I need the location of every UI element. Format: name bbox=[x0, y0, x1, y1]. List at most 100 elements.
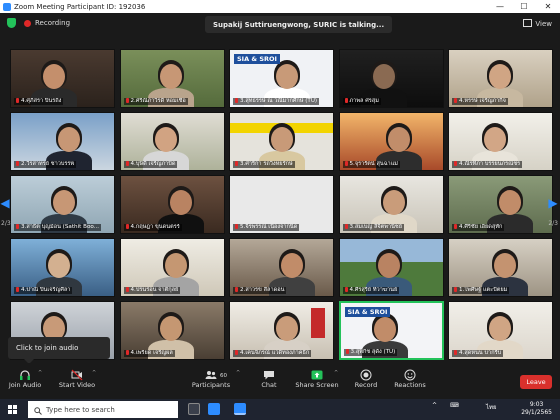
participant-tile[interactable]: 5.จิรพรรณ์ เนื่องจากนิด bbox=[229, 175, 334, 234]
participant-tile[interactable]: 4.เคนจิภรณ์ แวดิทองภาคธิก bbox=[229, 301, 334, 360]
task-view-icon[interactable] bbox=[188, 403, 200, 415]
participant-tile[interactable]: SIA & SROI 3.สุพิกิช สุดัง (TU) bbox=[338, 301, 444, 360]
zoom-taskbar-icon[interactable] bbox=[208, 403, 220, 415]
page-indicator-left: 2/3 bbox=[1, 220, 11, 227]
start-video-label: Start Video bbox=[58, 381, 96, 389]
participant-name: 4.ปาณิ ปิ่นเจริญศิลา bbox=[14, 287, 73, 294]
participant-name: 4.สุดหนน บากรีบ bbox=[452, 350, 504, 357]
participant-tile[interactable]: 4.ปรนร่อน จาตีกุลย์ bbox=[119, 238, 225, 297]
muted-mic-icon bbox=[344, 161, 348, 166]
participant-tile[interactable]: SIA & SROI 3.สุทธรรษ์ ณ วณีมากศึกษ์ (TU) bbox=[229, 49, 334, 108]
participant-name: 3.สมเบญ ลีจิตพานิชย์ bbox=[342, 224, 405, 231]
participant-name: 5.จิรพรรณ์ เนื่องจากนิด bbox=[233, 224, 300, 231]
join-audio-tooltip: Click to join audio bbox=[8, 337, 110, 364]
muted-mic-icon bbox=[344, 224, 348, 229]
participant-tile[interactable]: 4.กฤษฎา ขุนดนตรร์ bbox=[119, 175, 225, 234]
leave-button[interactable]: Leave bbox=[520, 375, 552, 389]
participant-tile[interactable]: 2.สาวรข สีลาดอน bbox=[229, 238, 334, 297]
participant-tile[interactable]: 3.สาธิต บุญม้อน (Sathit Boo... bbox=[10, 175, 115, 234]
participant-tile[interactable]: 3.ศาริกา รถวิงหยรักษ์ bbox=[229, 112, 334, 171]
participant-tile[interactable]: 4.เพรียด เจริญผล bbox=[119, 301, 225, 360]
muted-mic-icon bbox=[235, 350, 238, 355]
muted-mic-icon bbox=[454, 287, 457, 292]
view-button[interactable]: View bbox=[523, 19, 552, 28]
participant-tile[interactable]: 2.ศรีณิภาวิรดี หอมเชื้อ bbox=[119, 49, 225, 108]
tray-chevron-icon[interactable]: ^ bbox=[432, 402, 437, 409]
video-options-caret-icon[interactable]: ^ bbox=[92, 370, 96, 376]
participant-tile[interactable]: 5.จุรารัตน์ สุนฉาแม่ bbox=[338, 112, 444, 171]
muted-mic-icon bbox=[235, 287, 238, 292]
gallery-grid: 4.ศุภิสรา ปิ่นรถึง 2.ศรีณิภาวิรดี หอมเชื้… bbox=[10, 49, 553, 361]
participants-count: 60 bbox=[220, 373, 227, 379]
participant-name: 2.ศรีณิภาวิรดี หอมเชื้อ bbox=[123, 98, 188, 105]
participant-tile[interactable]: 3.สมเบญ ลีจิตพานิชย์ bbox=[338, 175, 444, 234]
next-page-arrow-icon[interactable]: ▶ bbox=[548, 194, 558, 212]
maximize-button[interactable]: ☐ bbox=[512, 0, 536, 13]
participant-tile[interactable]: 4.ศุภิสรา ปิ่นรถึง bbox=[10, 49, 115, 108]
participant-name: 4.หรรษ์ เจริญภากิจ bbox=[452, 98, 508, 105]
participant-tile[interactable]: 4.หรรษ์ เจริญภากิจ bbox=[448, 49, 553, 108]
language-indicator[interactable]: ไทย bbox=[486, 402, 497, 412]
taskbar-search-box[interactable]: Type here to search bbox=[28, 401, 178, 418]
participant-tile[interactable]: 4.บุษิดี เจริญภาบิด bbox=[119, 112, 225, 171]
taskbar-clock[interactable]: 9:03 29/1/2565 bbox=[521, 401, 552, 417]
window-title: Zoom Meeting Participant ID: 192036 bbox=[14, 2, 146, 11]
windows-start-icon[interactable] bbox=[8, 405, 17, 414]
muted-mic-icon bbox=[235, 98, 238, 103]
participant-name-text: 5.จุรารัตน์ สุนฉาแม่ bbox=[349, 161, 398, 167]
participant-name: 5.จุรารัตน์ สุนฉาแม่ bbox=[342, 161, 400, 168]
participant-name-text: 4.ศิริชัย เอียดสุทัก bbox=[459, 224, 503, 230]
zoom-meeting-taskbar-icon[interactable] bbox=[234, 403, 246, 415]
participant-tile[interactable]: 4.ปาณิ ปิ่นเจริญศิลา bbox=[10, 238, 115, 297]
participant-name: 3.สุทธรรษ์ ณ วณีมากศึกษ์ (TU) bbox=[233, 98, 320, 105]
zoom-window: Zoom Meeting Participant ID: 192036 — ☐ … bbox=[0, 0, 560, 420]
record-button[interactable]: Record bbox=[341, 366, 391, 389]
window-controls: — ☐ ✕ bbox=[488, 0, 560, 13]
participant-tile[interactable]: 1.ไพศิษฐ์ แตะปัตยม bbox=[448, 238, 553, 297]
participant-name-text: 4.สุดหนน บากรีบ bbox=[459, 350, 502, 356]
record-icon bbox=[360, 366, 372, 381]
recording-label: Recording bbox=[35, 19, 71, 27]
participant-face bbox=[159, 64, 182, 89]
participant-tile[interactable]: 4.ณิรทิภา บรรยนภรณ์ชร bbox=[448, 112, 553, 171]
headphones-icon bbox=[19, 366, 31, 380]
participant-face bbox=[382, 190, 405, 215]
participant-face bbox=[499, 190, 521, 215]
muted-mic-icon bbox=[125, 350, 129, 355]
participant-tile[interactable]: 2.วีรสาทรย์ ชาวบรรพ์ bbox=[10, 112, 115, 171]
participant-face bbox=[489, 316, 511, 341]
participant-name-text: 3.สุทธรรษ์ ณ วณีมากศึกษ์ (TU) bbox=[240, 98, 318, 104]
participants-button[interactable]: Participants bbox=[186, 366, 236, 389]
participant-face bbox=[373, 317, 396, 342]
chat-button[interactable]: Chat bbox=[244, 366, 294, 389]
keyboard-icon[interactable]: ⌨ bbox=[450, 402, 459, 409]
join-audio-button[interactable]: Join Audio bbox=[0, 366, 50, 389]
participant-name: 1.ไพศิษฐ์ แตะปัตยม bbox=[452, 287, 510, 294]
participant-tile[interactable]: 4.ศิรสุรีย์ ทิวาฆานย์ bbox=[338, 238, 444, 297]
participant-tile[interactable]: 4.ศิริชัย เอียดสุทัก bbox=[448, 175, 553, 234]
previous-page-arrow-icon[interactable]: ◀ bbox=[0, 194, 10, 212]
audio-options-caret-icon[interactable]: ^ bbox=[38, 370, 42, 376]
participant-face bbox=[494, 253, 516, 278]
minimize-button[interactable]: — bbox=[488, 0, 512, 13]
participant-name-text: 2.ศรีณิภาวิรดี หอมเชื้อ bbox=[130, 98, 186, 104]
reactions-button[interactable]: Reactions bbox=[385, 366, 435, 389]
participant-face bbox=[276, 316, 298, 341]
participants-caret-icon[interactable]: ^ bbox=[236, 370, 240, 376]
participant-name: 4.ปรนร่อน จาตีกุลย์ bbox=[123, 287, 181, 294]
muted-mic-icon bbox=[125, 224, 129, 229]
title-bar: Zoom Meeting Participant ID: 192036 — ☐ … bbox=[0, 0, 560, 13]
participant-tile[interactable]: ภาพล ศรสุม bbox=[338, 49, 444, 108]
share-options-caret-icon[interactable]: ^ bbox=[334, 370, 338, 376]
participant-face bbox=[484, 127, 506, 152]
close-window-button[interactable]: ✕ bbox=[536, 0, 560, 13]
security-shield-icon[interactable] bbox=[7, 18, 16, 28]
participant-face bbox=[164, 253, 187, 278]
video-off-icon bbox=[71, 366, 83, 381]
participant-tile[interactable]: 4.สุดหนน บากรีบ bbox=[448, 301, 553, 360]
participant-face bbox=[154, 127, 177, 152]
participant-name-text: 4.ศุภิสรา ปิ่นรถึง bbox=[21, 98, 62, 104]
muted-mic-icon bbox=[344, 98, 348, 103]
reactions-icon bbox=[404, 366, 416, 381]
participant-face bbox=[53, 190, 75, 215]
